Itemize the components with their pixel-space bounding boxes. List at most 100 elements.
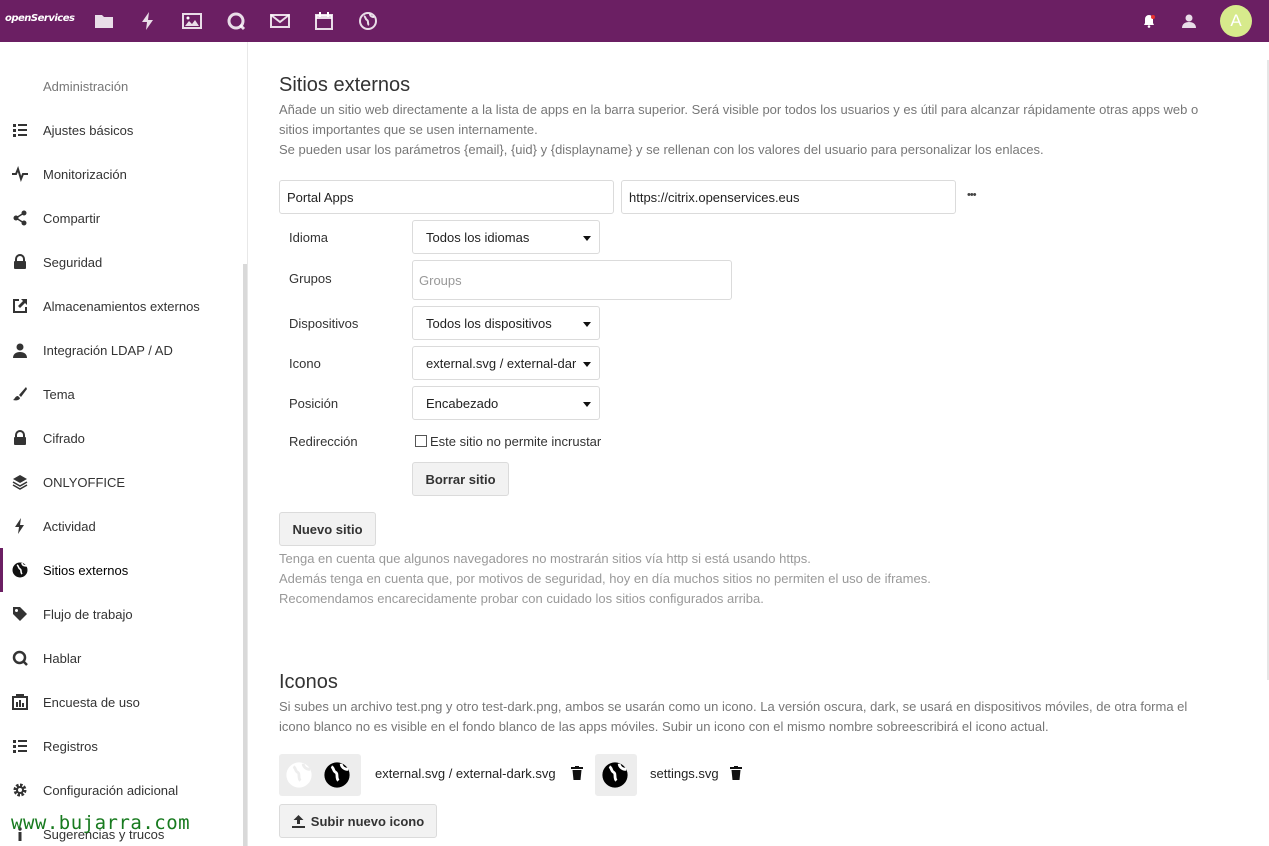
icons-description-2: icono blanco no es visible en el fondo b… bbox=[279, 719, 1049, 734]
sidebar-item-label: ONLYOFFICE bbox=[43, 474, 126, 490]
groups-input[interactable] bbox=[412, 260, 732, 300]
icon-label: Icono bbox=[289, 356, 321, 371]
globe-dark-icon bbox=[324, 762, 350, 788]
list-icon bbox=[12, 122, 28, 138]
redirect-label: Redirección bbox=[289, 434, 358, 449]
language-select[interactable]: Todos los idiomas bbox=[412, 220, 600, 254]
sidebar-item-tema[interactable]: Tema bbox=[0, 372, 246, 416]
site-url-input[interactable] bbox=[621, 180, 956, 214]
upload-icon-button[interactable]: Subir nuevo icono bbox=[279, 804, 437, 838]
watermark: www.bujarra.com bbox=[11, 812, 191, 834]
sidebar-item-label: Seguridad bbox=[43, 254, 103, 270]
sidebar-item-almacenamientos-externos[interactable]: Almacenamientos externos bbox=[0, 284, 246, 328]
icon-name-external: external.svg / external-dark.svg bbox=[375, 766, 556, 781]
globe-dark-icon bbox=[602, 762, 628, 788]
sidebar-item-compartir[interactable]: Compartir bbox=[0, 196, 246, 240]
sidebar-item-ajustes-basicos[interactable]: Ajustes básicos bbox=[0, 108, 246, 152]
sidebar-scrollbar[interactable] bbox=[243, 264, 247, 846]
sidebar-item-label: Actividad bbox=[43, 518, 96, 534]
gallery-icon[interactable] bbox=[170, 0, 214, 42]
chevron-down-icon bbox=[583, 322, 591, 327]
bolt-icon bbox=[12, 518, 28, 534]
activity-icon[interactable] bbox=[126, 0, 170, 42]
sidebar-heading: Administración bbox=[43, 79, 129, 94]
position-select[interactable]: Encabezado bbox=[412, 386, 600, 420]
layers-icon bbox=[12, 474, 28, 490]
header-right: A bbox=[1129, 0, 1269, 42]
upload-icon bbox=[291, 814, 305, 828]
sidebar-item-configuracion-adicional[interactable]: Configuración adicional bbox=[0, 768, 246, 812]
sidebar-item-integracion-ldap-ad[interactable]: Integración LDAP / AD bbox=[0, 328, 246, 372]
sidebar-item-actividad[interactable]: Actividad bbox=[0, 504, 246, 548]
section-title-external-sites: Sitios externos bbox=[279, 74, 411, 96]
sidebar-item-sitios-externos[interactable]: Sitios externos bbox=[0, 548, 246, 592]
section-description-1: Añade un sitio web directamente a la lis… bbox=[279, 102, 1199, 117]
redirect-checkbox-label[interactable]: Este sitio no permite incrustar bbox=[430, 434, 601, 449]
app-menu bbox=[82, 0, 390, 42]
note-line-1: Tenga en cuenta que algunos navegadores … bbox=[279, 551, 811, 566]
section-description-2: sitios importantes que se usen intername… bbox=[279, 122, 538, 137]
lock-icon bbox=[12, 254, 28, 270]
calendar-icon[interactable] bbox=[302, 0, 346, 42]
sidebar-item-label: Configuración adicional bbox=[43, 782, 179, 798]
site-name-input[interactable] bbox=[279, 180, 614, 214]
more-options-icon[interactable]: ••• bbox=[967, 189, 977, 201]
sidebar-item-monitorizacion[interactable]: Monitorización bbox=[0, 152, 246, 196]
sidebar-item-encuesta-de-uso[interactable]: Encuesta de uso bbox=[0, 680, 246, 724]
sidebar-item-label: Cifrado bbox=[43, 430, 85, 446]
avatar[interactable]: A bbox=[1220, 5, 1252, 37]
sidebar-item-registros[interactable]: Registros bbox=[0, 724, 246, 768]
chevron-down-icon bbox=[583, 362, 591, 367]
lock-icon bbox=[12, 430, 28, 446]
groups-label: Grupos bbox=[289, 271, 332, 286]
redirect-checkbox[interactable] bbox=[415, 435, 427, 447]
sidebar-item-label: Hablar bbox=[43, 650, 82, 666]
globe-light-icon bbox=[286, 762, 312, 788]
globe-icon[interactable] bbox=[346, 0, 390, 42]
share-icon bbox=[12, 210, 28, 226]
sidebar-item-hablar[interactable]: Hablar bbox=[0, 636, 246, 680]
gear-icon bbox=[12, 782, 28, 798]
sidebar-item-label: Ajustes básicos bbox=[43, 122, 134, 138]
top-bar: openServices A bbox=[0, 0, 1269, 42]
chevron-down-icon bbox=[583, 402, 591, 407]
sidebar-item-label: Monitorización bbox=[43, 166, 127, 182]
main-content: Sitios externos Añade un sitio web direc… bbox=[249, 42, 1269, 846]
brush-icon bbox=[12, 386, 28, 402]
talk-icon bbox=[12, 650, 28, 666]
delete-site-button[interactable]: Borrar sitio bbox=[412, 462, 509, 496]
sidebar-item-onlyoffice[interactable]: ONLYOFFICE bbox=[0, 460, 246, 504]
external-link-icon bbox=[12, 298, 28, 314]
icon-preview-settings bbox=[595, 754, 637, 796]
contacts-icon[interactable] bbox=[1169, 0, 1209, 42]
sidebar-item-label: Tema bbox=[43, 386, 75, 402]
trash-icon[interactable] bbox=[730, 766, 742, 780]
sidebar-item-seguridad[interactable]: Seguridad bbox=[0, 240, 246, 284]
icon-preview-external bbox=[279, 754, 361, 796]
note-line-2: Además tenga en cuenta que, por motivos … bbox=[279, 571, 931, 586]
note-line-3: Recomendamos encarecidamente probar con … bbox=[279, 591, 764, 606]
sidebar-item-label: Almacenamientos externos bbox=[43, 298, 200, 314]
trash-icon[interactable] bbox=[571, 766, 583, 780]
section-title-icons: Iconos bbox=[279, 671, 338, 693]
logo[interactable]: openServices bbox=[5, 13, 75, 24]
icon-name-settings: settings.svg bbox=[650, 766, 719, 781]
files-icon[interactable] bbox=[82, 0, 126, 42]
sidebar-item-label: Encuesta de uso bbox=[43, 694, 140, 710]
list-icon bbox=[12, 738, 28, 754]
sidebar-item-label: Compartir bbox=[43, 210, 101, 226]
sidebar-item-flujo-de-trabajo[interactable]: Flujo de trabajo bbox=[0, 592, 246, 636]
devices-select[interactable]: Todos los dispositivos bbox=[412, 306, 600, 340]
sidebar-item-label: Integración LDAP / AD bbox=[43, 342, 173, 358]
survey-icon bbox=[12, 694, 28, 710]
sidebar-item-label: Sitios externos bbox=[43, 562, 129, 578]
pulse-icon bbox=[12, 165, 28, 183]
new-site-button[interactable]: Nuevo sitio bbox=[279, 512, 376, 546]
mail-icon[interactable] bbox=[258, 0, 302, 42]
icon-select[interactable]: external.svg / external-dark.svg bbox=[412, 346, 600, 380]
talk-icon[interactable] bbox=[214, 0, 258, 42]
notifications-icon[interactable] bbox=[1129, 0, 1169, 42]
globe-icon bbox=[12, 562, 28, 578]
position-label: Posición bbox=[289, 396, 339, 411]
sidebar-item-cifrado[interactable]: Cifrado bbox=[0, 416, 246, 460]
